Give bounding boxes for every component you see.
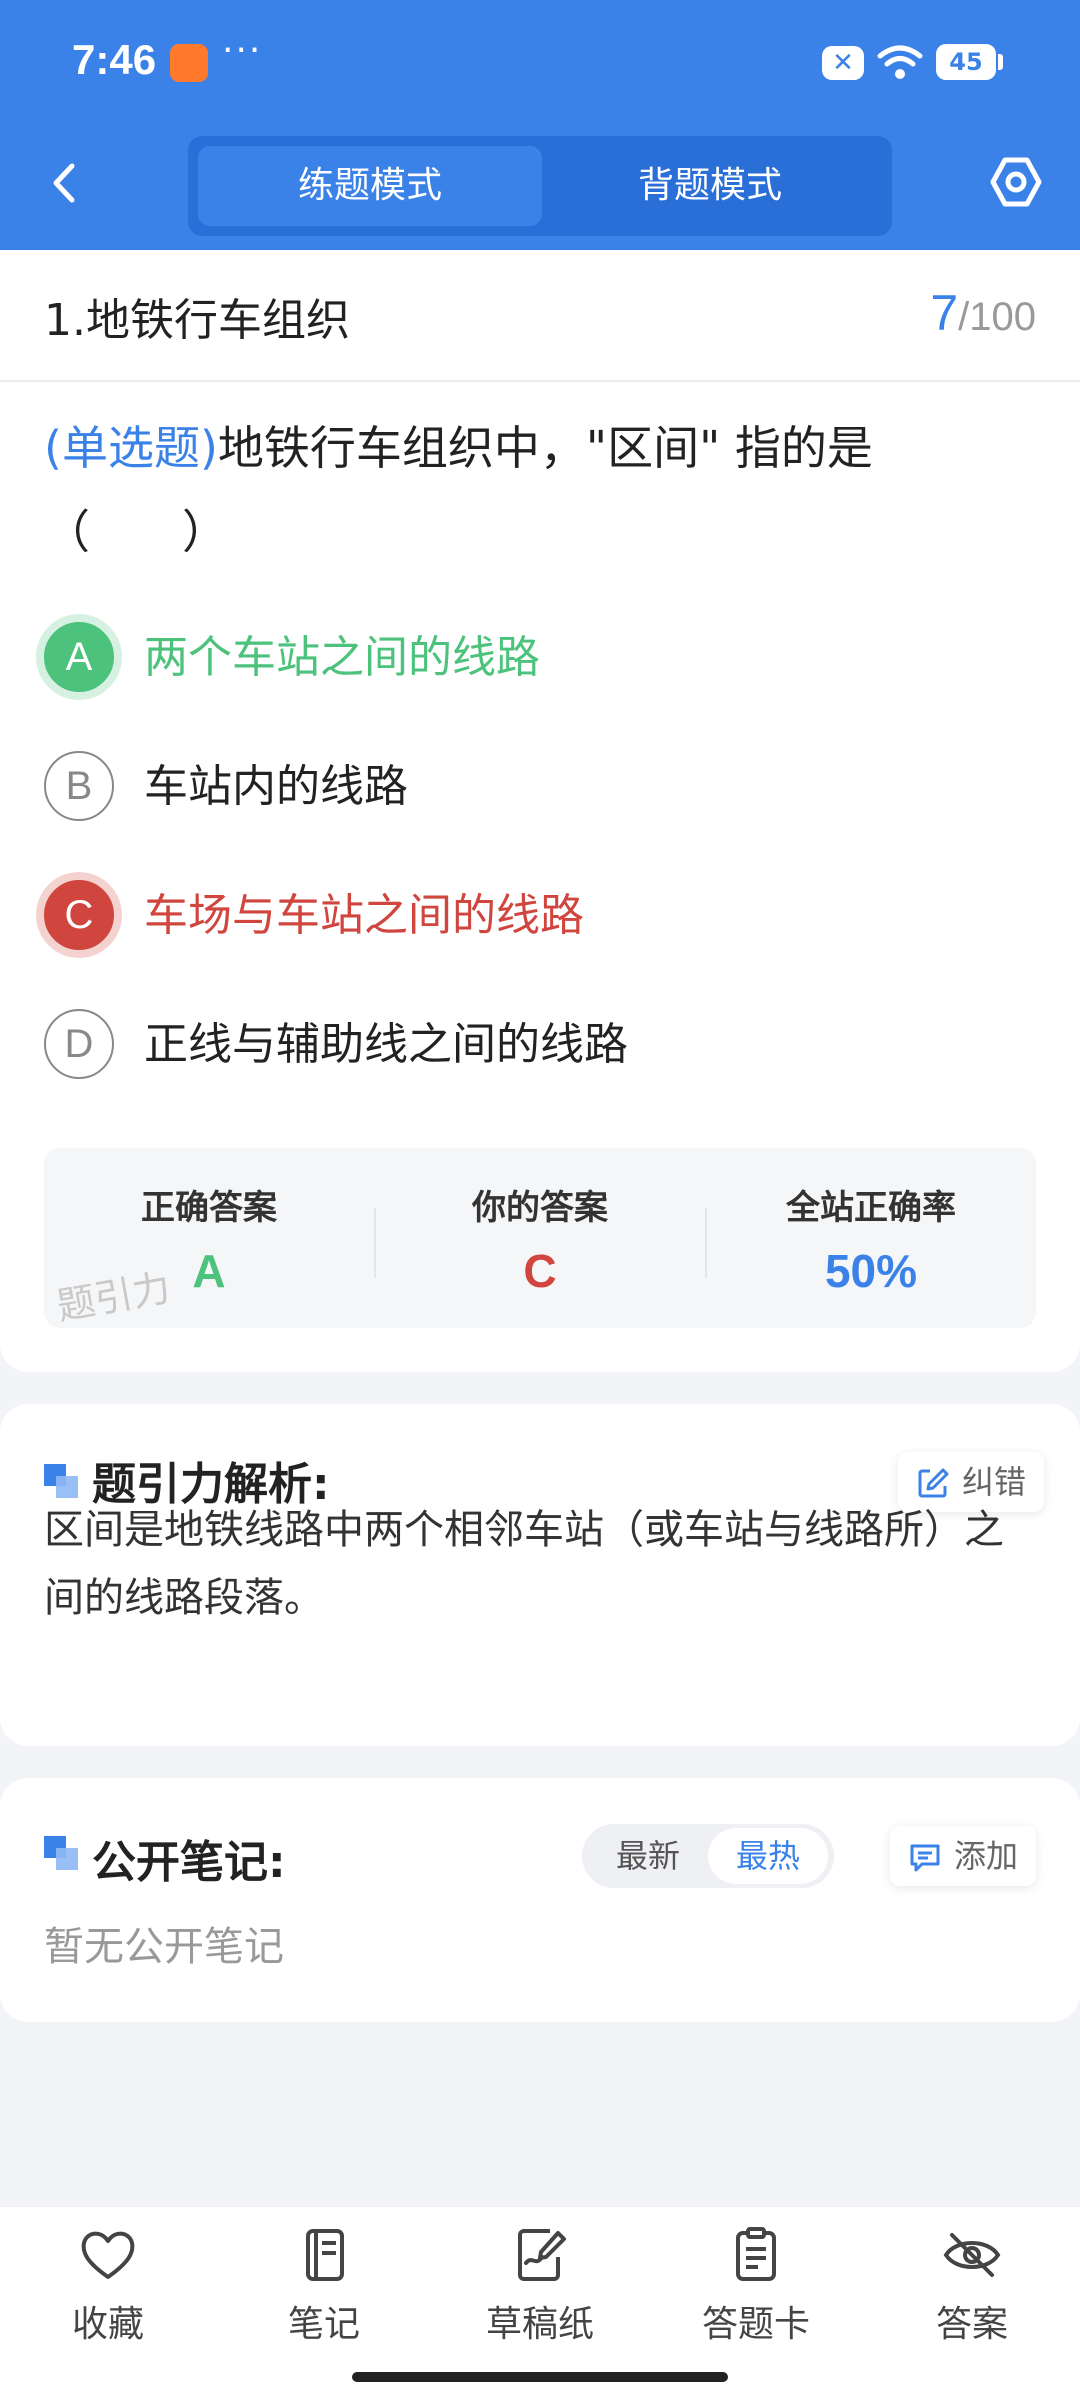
- back-arrow-icon[interactable]: [40, 158, 90, 208]
- answer-blank: （ ）: [44, 505, 228, 559]
- status-more-indicator: ···: [222, 30, 263, 71]
- app-header: 7:46 ··· ✕ 45 练题模式 背题模式: [0, 0, 1080, 250]
- notes-button[interactable]: 笔记: [216, 2227, 432, 2357]
- your-answer-stat: 你的答案 C: [375, 1148, 705, 1328]
- eye-off-icon: [943, 2233, 1001, 2277]
- favorite-label: 收藏: [71, 2304, 144, 2345]
- option-c[interactable]: C 车场与车站之间的线路: [44, 876, 1034, 956]
- option-d-text: 正线与辅助线之间的线路: [144, 1019, 628, 1070]
- accuracy-stat: 全站正确率 50%: [706, 1148, 1036, 1328]
- edit-icon: [918, 1468, 949, 1498]
- add-note-label: 添加: [954, 1837, 1019, 1875]
- draft-paper-icon: [518, 2229, 566, 2281]
- result-summary: 正确答案 A 你的答案 C 全站正确率 50% 题引力: [44, 1148, 1036, 1328]
- comment-icon: [910, 1844, 940, 1872]
- option-d[interactable]: D 正线与辅助线之间的线路: [44, 1005, 1034, 1085]
- wifi-icon: [877, 45, 923, 79]
- your-answer-label: 你的答案: [472, 1188, 608, 1228]
- option-a-letter: A: [44, 622, 114, 692]
- question-stem: 地铁行车组织中，"区间" 指的是: [217, 421, 873, 475]
- option-c-text: 车场与车站之间的线路: [144, 890, 584, 941]
- battery-tip: [998, 54, 1003, 70]
- option-c-letter: C: [44, 880, 114, 950]
- empty-notes-text: 暂无公开笔记: [44, 1924, 284, 1970]
- tab-practice-mode[interactable]: 练题模式: [198, 146, 542, 226]
- heart-icon: [81, 2231, 135, 2279]
- section-squares-icon: [44, 1836, 78, 1870]
- answer-sheet-button[interactable]: 答题卡: [648, 2227, 864, 2357]
- analysis-text: 区间是地铁线路中两个相邻车站（或车站与线路所）之间的线路段落。: [44, 1507, 1004, 1621]
- divider: [0, 380, 1080, 382]
- favorite-button[interactable]: 收藏: [0, 2227, 216, 2357]
- option-a-text: 两个车站之间的线路: [144, 632, 540, 683]
- option-b-text: 车站内的线路: [144, 761, 408, 812]
- progress-current: 7: [930, 285, 959, 341]
- network-off-icon: ✕: [822, 46, 864, 80]
- settings-icon[interactable]: [988, 154, 1044, 210]
- progress-total: /100: [958, 295, 1036, 339]
- answer-sheet-label: 答题卡: [701, 2304, 810, 2345]
- notebook-icon: [306, 2229, 344, 2281]
- draft-paper-label: 草稿纸: [485, 2304, 594, 2345]
- status-time: 7:46: [72, 36, 157, 83]
- your-answer-value: C: [523, 1245, 557, 1297]
- analysis-card: 题引力解析: 纠错 区间是地铁线路中两个相邻车站（或车站与线路所）之间的线路段落…: [0, 1404, 1080, 1746]
- public-notes-card: 公开笔记: 最新 最热 添加 暂无公开笔记: [0, 1778, 1080, 2022]
- chapter-title: 1.地铁行车组织: [44, 295, 350, 346]
- app-notification-icon: [170, 44, 208, 82]
- question-type: (单选题): [44, 421, 218, 475]
- mode-switch: 练题模式 背题模式: [188, 136, 892, 236]
- section-squares-icon: [44, 1464, 78, 1498]
- answer-label: 答案: [935, 2304, 1008, 2345]
- tab-memorize-mode[interactable]: 背题模式: [538, 146, 882, 226]
- toggle-answer-button[interactable]: 答案: [864, 2227, 1080, 2357]
- notes-label: 笔记: [287, 2304, 360, 2345]
- add-note-button[interactable]: 添加: [890, 1826, 1037, 1886]
- sort-hottest[interactable]: 最热: [708, 1828, 828, 1884]
- draft-paper-button[interactable]: 草稿纸: [432, 2227, 648, 2357]
- option-b-letter: B: [44, 751, 114, 821]
- option-a[interactable]: A 两个车站之间的线路: [44, 618, 1034, 698]
- notes-sort-switch: 最新 最热: [582, 1824, 834, 1888]
- correct-answer-label: 正确答案: [141, 1188, 277, 1228]
- accuracy-value: 50%: [824, 1245, 918, 1297]
- sort-newest[interactable]: 最新: [588, 1828, 708, 1884]
- accuracy-label: 全站正确率: [786, 1188, 956, 1228]
- option-b[interactable]: B 车站内的线路: [44, 747, 1034, 827]
- question-progress: 7/100: [930, 284, 1036, 342]
- question-card: 1.地铁行车组织 7/100 (单选题)地铁行车组织中，"区间" 指的是 （ ）…: [0, 250, 1080, 1372]
- question-text: (单选题)地铁行车组织中，"区间" 指的是 （ ）: [44, 406, 1034, 574]
- answer-sheet-icon: [736, 2227, 776, 2281]
- home-indicator: [352, 2372, 728, 2382]
- notes-title: 公开笔记:: [92, 1837, 286, 1888]
- battery-indicator: 45: [936, 44, 996, 80]
- option-d-letter: D: [44, 1009, 114, 1079]
